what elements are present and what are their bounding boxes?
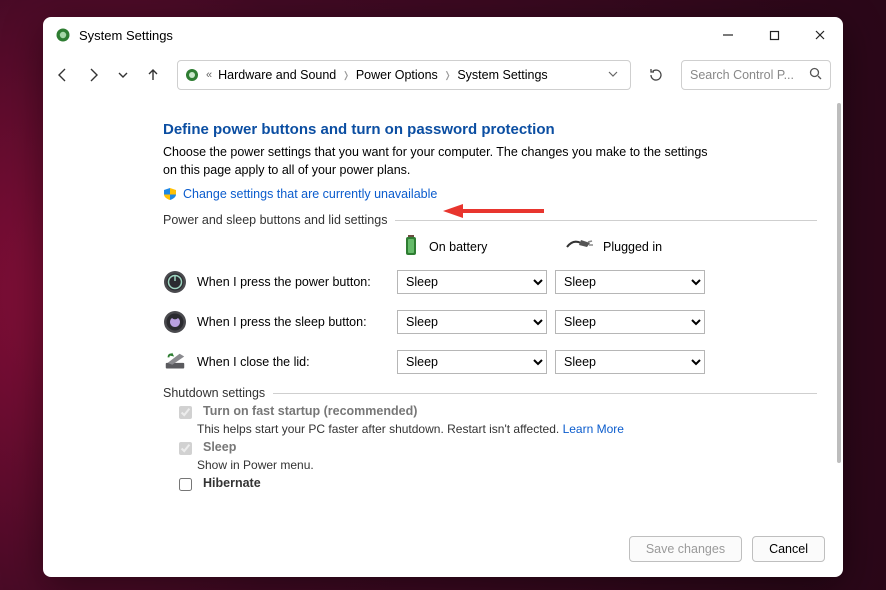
fast-startup-row: Turn on fast startup (recommended)	[175, 404, 817, 422]
breadcrumb-item[interactable]: System Settings	[457, 68, 547, 82]
up-button[interactable]	[139, 61, 167, 89]
search-input[interactable]: Search Control P...	[681, 60, 831, 90]
section-buttons-title: Power and sleep buttons and lid settings	[163, 213, 817, 227]
breadcrumb-overflow[interactable]: «	[206, 69, 212, 81]
lid-plugged-select[interactable]: Sleep	[555, 350, 705, 374]
app-icon	[55, 27, 71, 43]
power-button-battery-select[interactable]: Sleep	[397, 270, 547, 294]
sleep-checkbox[interactable]	[179, 442, 192, 455]
lid-battery-select[interactable]: Sleep	[397, 350, 547, 374]
hibernate-label: Hibernate	[203, 476, 261, 490]
table-row: When I close the lid: Sleep Sleep	[163, 350, 817, 374]
address-bar[interactable]: « Hardware and Sound Power Options Syste…	[177, 60, 631, 90]
sleep-button-battery-select[interactable]: Sleep	[397, 310, 547, 334]
shield-icon	[163, 187, 177, 201]
plug-icon	[565, 237, 593, 256]
hibernate-checkbox[interactable]	[179, 478, 192, 491]
close-button[interactable]	[797, 19, 843, 51]
settings-window: System Settings « Hardware and Sound Pow…	[43, 17, 843, 577]
battery-icon	[403, 233, 419, 260]
row-label: When I close the lid:	[197, 355, 397, 369]
fast-startup-label: Turn on fast startup (recommended)	[203, 404, 417, 418]
hibernate-row: Hibernate	[175, 476, 817, 494]
power-button-icon	[163, 270, 187, 294]
save-button[interactable]: Save changes	[629, 536, 742, 562]
fast-startup-checkbox[interactable]	[179, 406, 192, 419]
breadcrumb-item[interactable]: Hardware and Sound	[218, 68, 336, 82]
column-headers: On battery Plugged in	[163, 233, 817, 260]
power-button-plugged-select[interactable]: Sleep	[555, 270, 705, 294]
sleep-label: Sleep	[203, 440, 236, 454]
chevron-right-icon	[342, 70, 350, 81]
search-placeholder: Search Control P...	[690, 68, 803, 82]
refresh-button[interactable]	[641, 60, 671, 90]
control-panel-icon	[184, 67, 200, 83]
sleep-row: Sleep	[175, 440, 817, 458]
cancel-button[interactable]: Cancel	[752, 536, 825, 562]
sleep-button-plugged-select[interactable]: Sleep	[555, 310, 705, 334]
window-title: System Settings	[79, 28, 173, 43]
table-row: When I press the sleep button: Sleep Sle…	[163, 310, 817, 334]
forward-button[interactable]	[79, 61, 107, 89]
fast-startup-desc: This helps start your PC faster after sh…	[197, 422, 817, 436]
footer: Save changes Cancel	[43, 529, 843, 577]
learn-more-link[interactable]: Learn More	[563, 422, 624, 436]
settings-table: When I press the power button: Sleep Sle…	[163, 270, 817, 374]
lid-close-icon	[163, 350, 187, 374]
sleep-button-icon	[163, 310, 187, 334]
column-battery-label: On battery	[429, 240, 487, 254]
titlebar: System Settings	[43, 17, 843, 53]
row-label: When I press the power button:	[197, 275, 397, 289]
content-area: Define power buttons and turn on passwor…	[43, 97, 843, 529]
change-settings-link[interactable]: Change settings that are currently unava…	[183, 187, 437, 201]
page-description: Choose the power settings that you want …	[163, 144, 723, 179]
table-row: When I press the power button: Sleep Sle…	[163, 270, 817, 294]
search-icon	[809, 67, 822, 83]
address-dropdown[interactable]	[602, 68, 624, 82]
maximize-button[interactable]	[751, 19, 797, 51]
back-button[interactable]	[49, 61, 77, 89]
minimize-button[interactable]	[705, 19, 751, 51]
row-label: When I press the sleep button:	[197, 315, 397, 329]
section-shutdown-title: Shutdown settings	[163, 386, 817, 400]
nav-toolbar: « Hardware and Sound Power Options Syste…	[43, 53, 843, 97]
column-plugged-label: Plugged in	[603, 240, 662, 254]
page-title: Define power buttons and turn on passwor…	[163, 121, 817, 138]
recent-dropdown[interactable]	[109, 61, 137, 89]
chevron-right-icon	[444, 70, 452, 81]
breadcrumb-item[interactable]: Power Options	[356, 68, 438, 82]
sleep-desc: Show in Power menu.	[197, 458, 817, 472]
scrollbar[interactable]	[837, 103, 841, 463]
